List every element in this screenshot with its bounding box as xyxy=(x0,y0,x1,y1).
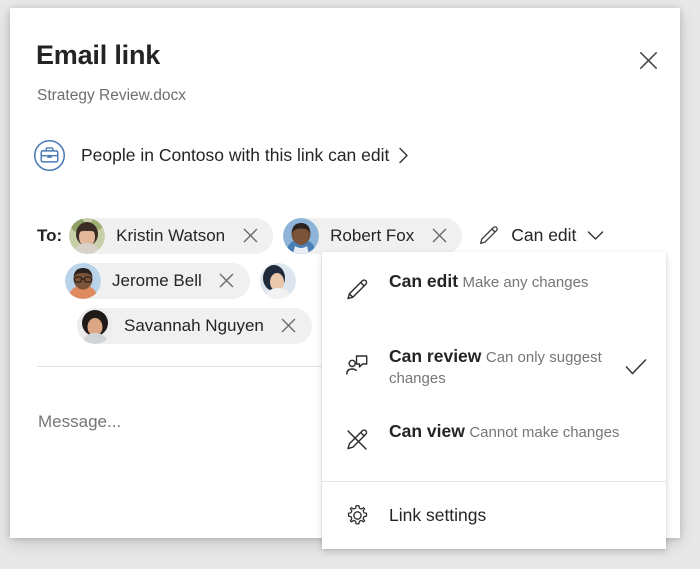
menu-item-description: Make any changes xyxy=(463,274,589,291)
menu-item-text: Can review Can only suggest changes xyxy=(389,327,624,389)
link-permission-label: People in Contoso with this link can edi… xyxy=(81,145,389,166)
avatar xyxy=(283,218,319,254)
avatar xyxy=(69,218,105,254)
close-icon xyxy=(639,51,658,70)
permission-dropdown-label: Can edit xyxy=(511,225,576,246)
remove-recipient-button[interactable] xyxy=(426,223,452,249)
close-icon xyxy=(219,273,234,288)
avatar xyxy=(260,263,296,299)
avatar xyxy=(65,263,101,299)
file-name-subtitle: Strategy Review.docx xyxy=(37,87,186,105)
menu-item-text: Link settings xyxy=(389,505,648,526)
recipient-pill-savannah-nguyen[interactable]: Savannah Nguyen xyxy=(77,308,312,344)
close-icon xyxy=(432,228,447,243)
person-comment-icon xyxy=(344,353,370,377)
remove-recipient-button[interactable] xyxy=(214,268,240,294)
pencil-icon xyxy=(344,278,370,302)
menu-item-description: Cannot make changes xyxy=(469,424,619,441)
recipient-name: Robert Fox xyxy=(330,226,414,246)
pencil-icon xyxy=(478,225,499,246)
avatar xyxy=(77,308,113,344)
remove-recipient-button[interactable] xyxy=(276,313,302,339)
chevron-right-icon xyxy=(398,147,409,164)
menu-item-can-view[interactable]: Can view Cannot make changes xyxy=(322,402,666,477)
gear-icon xyxy=(344,504,370,527)
recipient-pill-jerome-bell[interactable]: Jerome Bell xyxy=(65,263,250,299)
menu-item-can-edit[interactable]: Can edit Make any changes xyxy=(322,252,666,327)
menu-item-title: Link settings xyxy=(389,505,486,525)
to-label: To: xyxy=(37,226,62,246)
remove-recipient-button[interactable] xyxy=(237,223,263,249)
close-button[interactable] xyxy=(628,40,668,80)
chevron-down-icon xyxy=(587,230,604,241)
permission-dropdown-trigger[interactable]: Can edit xyxy=(472,218,604,254)
link-permission-row[interactable]: People in Contoso with this link can edi… xyxy=(33,133,409,177)
menu-item-text: Can edit Make any changes xyxy=(389,252,624,293)
menu-item-text: Can view Cannot make changes xyxy=(389,402,624,443)
message-input[interactable] xyxy=(38,412,318,432)
divider xyxy=(37,366,327,367)
menu-item-title: Can review xyxy=(389,346,481,366)
menu-item-can-review[interactable]: Can review Can only suggest changes xyxy=(322,327,666,402)
recipient-name: Savannah Nguyen xyxy=(124,316,264,336)
recipient-name: Kristin Watson xyxy=(116,226,225,246)
close-icon xyxy=(243,228,258,243)
recipient-pill-robert-fox[interactable]: Robert Fox xyxy=(283,218,462,254)
recipient-pill-kristin-watson[interactable]: Kristin Watson xyxy=(69,218,273,254)
permission-menu: Can edit Make any changes Can review Can… xyxy=(322,252,666,549)
recipient-name: Jerome Bell xyxy=(112,271,202,291)
close-icon xyxy=(281,318,296,333)
menu-item-title: Can edit xyxy=(389,271,458,291)
checkmark-icon xyxy=(624,358,648,376)
briefcase-icon xyxy=(33,139,66,172)
pencil-crossed-out-icon xyxy=(344,428,370,452)
menu-item-title: Can view xyxy=(389,421,465,441)
page-title: Email link xyxy=(36,40,160,71)
menu-item-link-settings[interactable]: Link settings xyxy=(322,482,666,548)
